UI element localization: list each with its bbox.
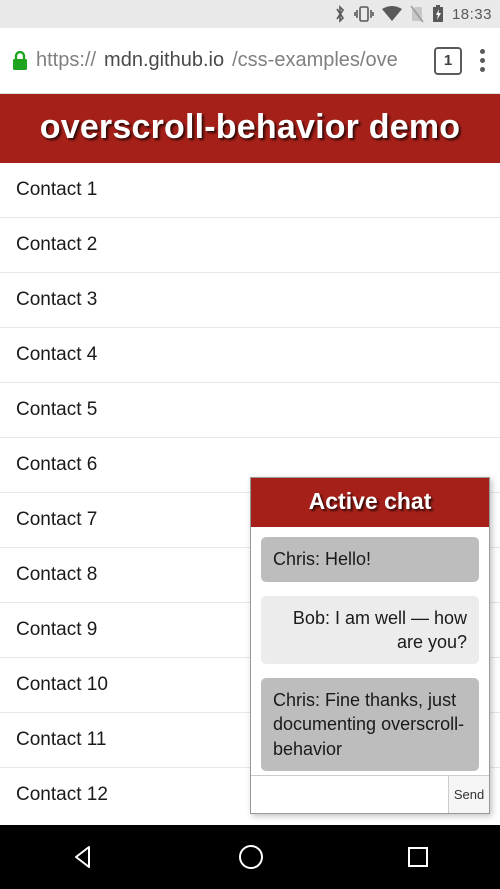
url-path: /css-examples/ove	[232, 49, 398, 72]
chat-title: Active chat	[251, 478, 489, 527]
chat-message: Chris: Fine thanks, just documenting ove…	[261, 678, 479, 771]
chat-input-row: Send	[251, 775, 489, 813]
browser-url-bar: https:// mdn.github.io/css-examples/ove 1	[0, 28, 500, 94]
tab-switcher-button[interactable]: 1	[434, 47, 462, 75]
chat-messages[interactable]: Chris: Hello! Bob: I am well — how are yo…	[251, 527, 489, 775]
chat-input[interactable]	[251, 776, 448, 813]
list-item[interactable]: Contact 1	[0, 163, 500, 218]
list-item[interactable]: Contact 4	[0, 328, 500, 383]
android-status-bar: 18:33	[0, 0, 500, 28]
chat-panel: Active chat Chris: Hello! Bob: I am well …	[250, 477, 490, 814]
page-title: overscroll-behavior demo	[0, 94, 500, 163]
chat-message: Chris: Hello!	[261, 537, 479, 581]
send-button[interactable]: Send	[448, 776, 489, 813]
no-sim-icon	[410, 5, 424, 23]
android-nav-bar	[0, 825, 500, 889]
browser-menu-button[interactable]	[470, 49, 494, 72]
list-item[interactable]: Contact 5	[0, 383, 500, 438]
url-host: mdn.github.io	[104, 49, 224, 72]
chat-message: Bob: I am well — how are you?	[261, 596, 479, 665]
nav-back-button[interactable]	[70, 844, 96, 870]
vibrate-icon	[354, 6, 374, 22]
url-field[interactable]: https:// mdn.github.io/css-examples/ove	[12, 49, 426, 72]
nav-home-button[interactable]	[237, 843, 265, 871]
bluetooth-icon	[334, 5, 346, 23]
wifi-icon	[382, 6, 402, 22]
status-time: 18:33	[452, 6, 492, 23]
url-scheme: https://	[36, 49, 96, 72]
lock-icon	[12, 51, 28, 71]
list-item[interactable]: Contact 3	[0, 273, 500, 328]
battery-charging-icon	[432, 5, 444, 23]
list-item[interactable]: Contact 2	[0, 218, 500, 273]
nav-recents-button[interactable]	[406, 845, 430, 869]
tab-count: 1	[444, 52, 452, 69]
